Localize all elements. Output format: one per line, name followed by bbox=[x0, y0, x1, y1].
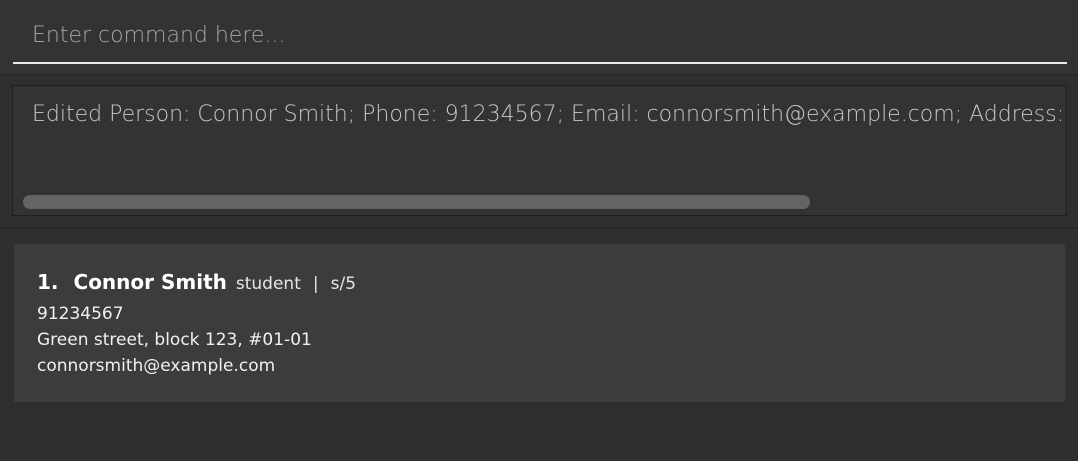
person-phone: 91234567 bbox=[37, 304, 124, 324]
person-card[interactable]: 1. Connor Smith student | s/5 91234567 G… bbox=[14, 244, 1065, 402]
person-list-panel: 1. Connor Smith student | s/5 91234567 G… bbox=[0, 229, 1078, 461]
person-card-header: 1. Connor Smith student | s/5 bbox=[37, 270, 356, 294]
command-box bbox=[0, 0, 1078, 75]
result-display[interactable]: Edited Person: Connor Smith; Phone: 9123… bbox=[12, 85, 1067, 216]
app-window: Edited Person: Connor Smith; Phone: 9123… bbox=[0, 0, 1078, 461]
command-input[interactable] bbox=[13, 14, 1067, 64]
person-index: 1. bbox=[37, 270, 59, 294]
person-separator: | bbox=[312, 274, 319, 294]
result-area: Edited Person: Connor Smith; Phone: 9123… bbox=[0, 75, 1078, 229]
result-message: Edited Person: Connor Smith; Phone: 9123… bbox=[32, 102, 1066, 127]
person-name: Connor Smith bbox=[73, 270, 227, 294]
person-sessions: s/5 bbox=[330, 274, 357, 294]
person-email: connorsmith@example.com bbox=[37, 356, 276, 376]
person-tag: student bbox=[235, 274, 301, 294]
person-address: Green street, block 123, #01-01 bbox=[37, 330, 312, 350]
horizontal-scrollbar[interactable] bbox=[23, 195, 810, 209]
